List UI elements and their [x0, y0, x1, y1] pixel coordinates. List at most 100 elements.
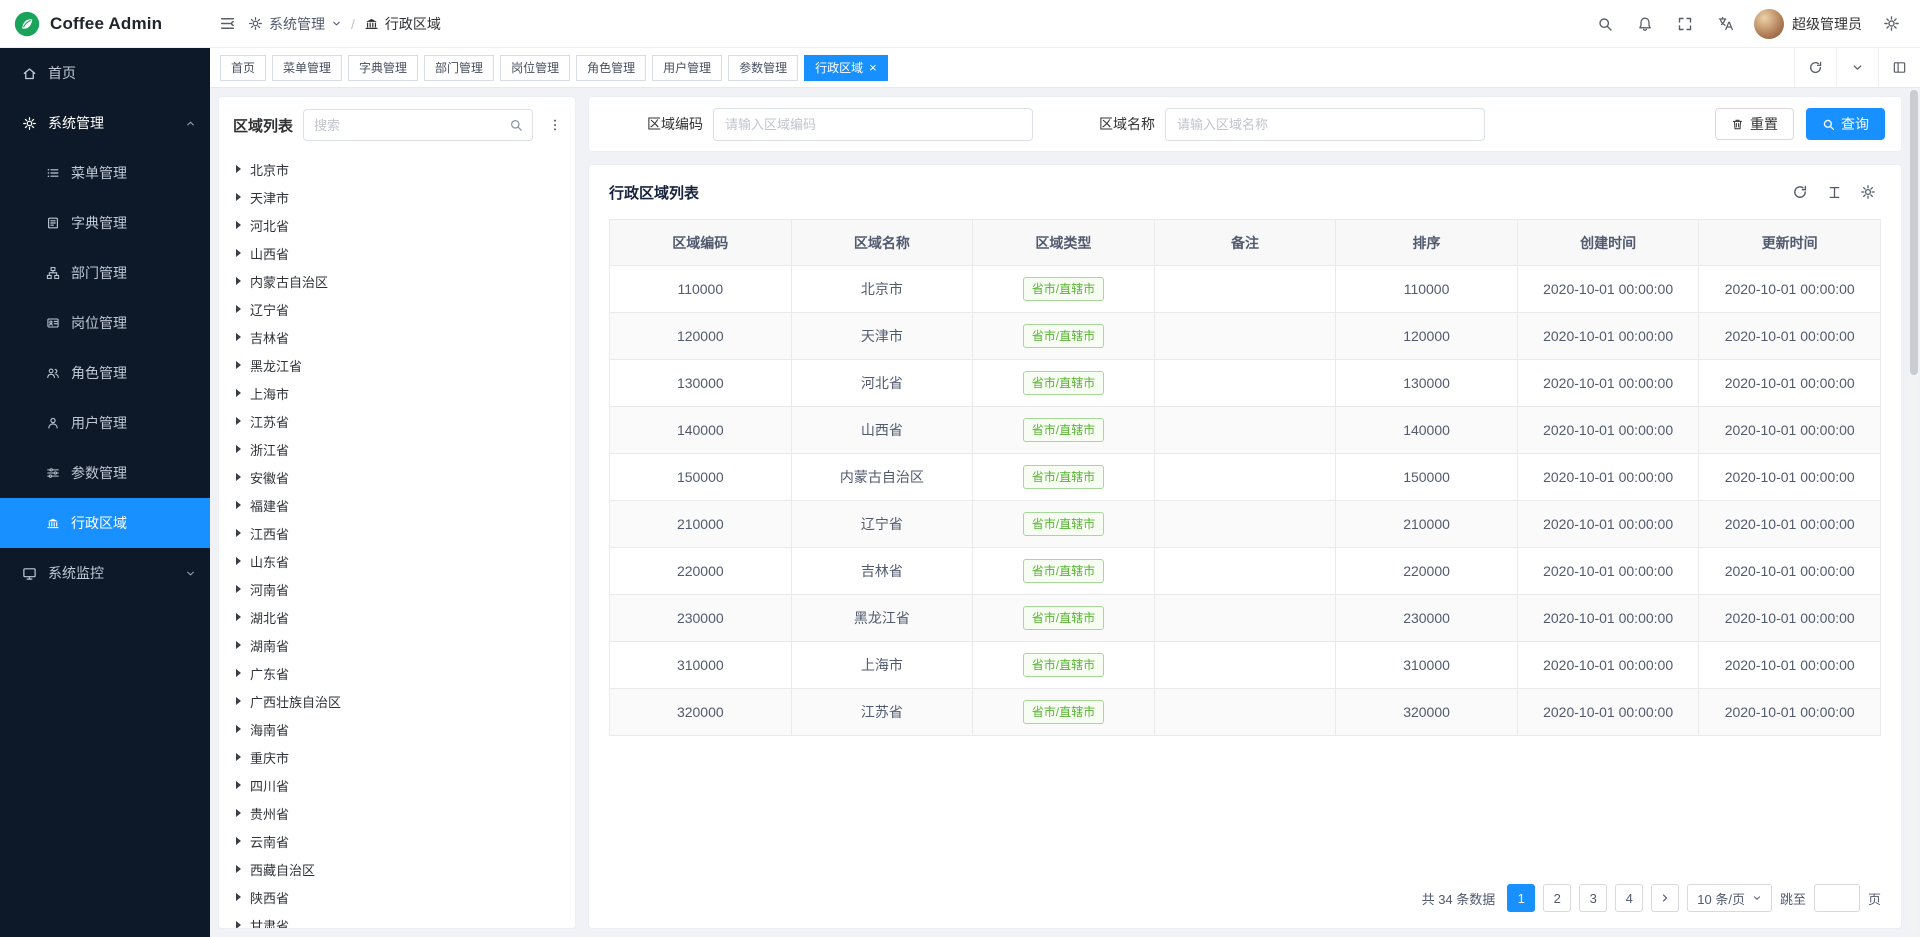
tab[interactable]: 部门管理 ×	[424, 55, 494, 81]
bell-icon[interactable]	[1628, 7, 1662, 41]
tree-item[interactable]: 内蒙古自治区	[236, 267, 575, 295]
tab[interactable]: 参数管理 ×	[728, 55, 798, 81]
page-size-select[interactable]: 10 条/页	[1687, 884, 1772, 912]
page-button[interactable]: 1	[1507, 884, 1535, 912]
next-page-button[interactable]	[1651, 884, 1679, 912]
fullscreen-icon[interactable]	[1668, 7, 1702, 41]
column-height-icon[interactable]	[1821, 179, 1847, 205]
page-button[interactable]: 4	[1615, 884, 1643, 912]
sidebar-subitem-param[interactable]: 参数管理	[0, 448, 210, 498]
sidebar-item-home[interactable]: 首页	[0, 48, 210, 98]
sidebar-subitem-region[interactable]: 行政区域	[0, 498, 210, 548]
chevron-down-icon[interactable]	[1836, 48, 1878, 87]
sidebar-subitem-role[interactable]: 角色管理	[0, 348, 210, 398]
tree-item[interactable]: 福建省	[236, 491, 575, 519]
sidebar-subitem-label: 岗位管理	[71, 313, 127, 333]
refresh-icon[interactable]	[1787, 179, 1813, 205]
tab[interactable]: 首页 ×	[220, 55, 266, 81]
page-button[interactable]: 2	[1543, 884, 1571, 912]
app-logo[interactable]: Coffee Admin	[0, 11, 210, 37]
sidebar-subitem-user[interactable]: 用户管理	[0, 398, 210, 448]
tree-item[interactable]: 江苏省	[236, 407, 575, 435]
refresh-icon[interactable]	[1794, 48, 1836, 87]
chevron-down-icon	[185, 568, 196, 579]
tree-item[interactable]: 天津市	[236, 183, 575, 211]
tree-item[interactable]: 贵州省	[236, 799, 575, 827]
tree-item[interactable]: 河北省	[236, 211, 575, 239]
page-scrollbar[interactable]	[1910, 90, 1918, 933]
region-type-tag: 省市/直辖市	[1023, 418, 1104, 442]
tree-item[interactable]: 山西省	[236, 239, 575, 267]
tree-item[interactable]: 四川省	[236, 771, 575, 799]
cell-region-code: 210000	[610, 501, 792, 548]
breadcrumb-system[interactable]: 系统管理	[248, 14, 342, 34]
collapse-sidebar-icon[interactable]	[210, 7, 244, 41]
sidebar-subitem-dept[interactable]: 部门管理	[0, 248, 210, 298]
sidebar-item-monitor[interactable]: 系统监控	[0, 548, 210, 598]
tree-item[interactable]: 湖南省	[236, 631, 575, 659]
tree-item[interactable]: 浙江省	[236, 435, 575, 463]
tree-item[interactable]: 吉林省	[236, 323, 575, 351]
tree-item[interactable]: 山东省	[236, 547, 575, 575]
sidebar-item-system[interactable]: 系统管理	[0, 98, 210, 148]
table-row[interactable]: 220000 吉林省 省市/直辖市 220000 2020-10-01 00:0…	[610, 548, 1881, 595]
translate-icon[interactable]	[1708, 7, 1742, 41]
sidebar-subitem-post[interactable]: 岗位管理	[0, 298, 210, 348]
user-menu[interactable]: 超级管理员	[1754, 9, 1862, 39]
tree-item[interactable]: 广东省	[236, 659, 575, 687]
tree-item[interactable]: 重庆市	[236, 743, 575, 771]
dots-vertical-icon[interactable]	[543, 109, 567, 141]
sidebar-subitem-menu[interactable]: 菜单管理	[0, 148, 210, 198]
cell-created-time: 2020-10-01 00:00:00	[1517, 548, 1699, 595]
search-icon	[1822, 118, 1835, 131]
table-row[interactable]: 120000 天津市 省市/直辖市 120000 2020-10-01 00:0…	[610, 313, 1881, 360]
cell-created-time: 2020-10-01 00:00:00	[1517, 501, 1699, 548]
tree-item[interactable]: 辽宁省	[236, 295, 575, 323]
search-button[interactable]: 查询	[1806, 108, 1885, 140]
page-button[interactable]: 3	[1579, 884, 1607, 912]
table-row[interactable]: 110000 北京市 省市/直辖市 110000 2020-10-01 00:0…	[610, 266, 1881, 313]
tree-item-label: 陕西省	[250, 888, 289, 907]
tree-item[interactable]: 北京市	[236, 155, 575, 183]
table-row[interactable]: 230000 黑龙江省 省市/直辖市 230000 2020-10-01 00:…	[610, 595, 1881, 642]
table-row[interactable]: 310000 上海市 省市/直辖市 310000 2020-10-01 00:0…	[610, 642, 1881, 689]
tab[interactable]: 字典管理 ×	[348, 55, 418, 81]
tab[interactable]: 角色管理 ×	[576, 55, 646, 81]
region-code-input[interactable]	[713, 108, 1033, 141]
layout-icon[interactable]	[1878, 48, 1920, 87]
scrollbar-thumb[interactable]	[1910, 90, 1918, 375]
tree-item-label: 内蒙古自治区	[250, 272, 328, 291]
table-row[interactable]: 210000 辽宁省 省市/直辖市 210000 2020-10-01 00:0…	[610, 501, 1881, 548]
tree-item[interactable]: 上海市	[236, 379, 575, 407]
tab[interactable]: 菜单管理 ×	[272, 55, 342, 81]
tree-item[interactable]: 江西省	[236, 519, 575, 547]
tree-item[interactable]: 黑龙江省	[236, 351, 575, 379]
region-tree-header: 区域列表	[219, 97, 575, 151]
jump-page-input[interactable]	[1814, 884, 1860, 912]
tree-item[interactable]: 安徽省	[236, 463, 575, 491]
region-name-input[interactable]	[1165, 108, 1485, 141]
tab[interactable]: 岗位管理 ×	[500, 55, 570, 81]
tree-item[interactable]: 海南省	[236, 715, 575, 743]
tree-search-input[interactable]	[304, 118, 500, 133]
tree-item[interactable]: 陕西省	[236, 883, 575, 911]
table-row[interactable]: 320000 江苏省 省市/直辖市 320000 2020-10-01 00:0…	[610, 689, 1881, 736]
tree-item[interactable]: 甘肃省	[236, 911, 575, 928]
table-row[interactable]: 130000 河北省 省市/直辖市 130000 2020-10-01 00:0…	[610, 360, 1881, 407]
gear-icon[interactable]	[1855, 179, 1881, 205]
search-icon[interactable]	[500, 110, 532, 140]
table-row[interactable]: 150000 内蒙古自治区 省市/直辖市 150000 2020-10-01 0…	[610, 454, 1881, 501]
tree-item[interactable]: 湖北省	[236, 603, 575, 631]
tab[interactable]: 行政区域 ×	[804, 55, 888, 81]
tree-item[interactable]: 云南省	[236, 827, 575, 855]
tab[interactable]: 用户管理 ×	[652, 55, 722, 81]
search-icon[interactable]	[1588, 7, 1622, 41]
tree-item[interactable]: 广西壮族自治区	[236, 687, 575, 715]
sidebar-subitem-dict[interactable]: 字典管理	[0, 198, 210, 248]
tree-item[interactable]: 河南省	[236, 575, 575, 603]
reset-button[interactable]: 重置	[1715, 108, 1794, 140]
table-row[interactable]: 140000 山西省 省市/直辖市 140000 2020-10-01 00:0…	[610, 407, 1881, 454]
close-icon[interactable]: ×	[869, 61, 877, 74]
tree-item[interactable]: 西藏自治区	[236, 855, 575, 883]
settings-gear-icon[interactable]	[1874, 7, 1908, 41]
